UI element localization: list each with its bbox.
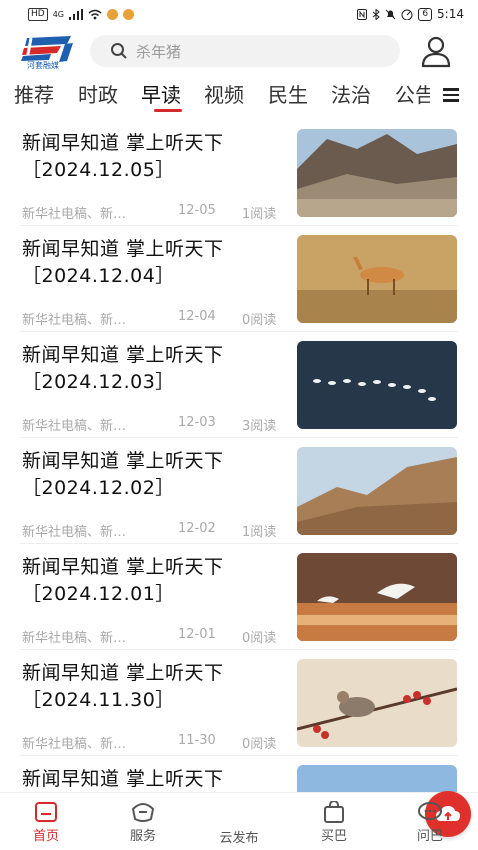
article-thumbnail [297,129,457,217]
article-item[interactable]: 新闻早知道 掌上听天下［2024.12.05］ 新华社电稿、新… 12-05 1… [0,120,478,226]
shopping-bag-icon [324,801,344,823]
clock: 5:14 [437,7,464,21]
article-title: 新闻早知道 掌上听天下［2024.12.03］ [22,344,224,393]
nav-service[interactable]: 服务 [113,801,173,844]
network-type: 4G [52,9,64,19]
article-reads: 1阅读 [242,525,277,540]
article-title: 新闻早知道 掌上听天下［2024.11.29］ [22,768,224,790]
article-source: 新华社电稿、新… [22,525,127,540]
article-reads: 0阅读 [242,631,277,646]
nav-ask-label: 问巴 [416,829,443,844]
nav-shop[interactable]: 买巴 [304,801,364,844]
header: 河套融媒 杀年猪 [0,30,478,76]
article-thumbnail [297,553,457,641]
user-icon[interactable] [421,36,451,68]
logo-text: 河套融媒 [27,61,59,70]
nfc-icon [357,8,368,20]
active-tab-indicator [154,109,182,112]
hd-badge: HD [28,7,48,21]
nav-ask[interactable]: 问巴 [400,801,460,844]
article-item[interactable]: 新闻早知道 掌上听天下［2024.11.30］ 新华社电稿、新… 11-30 0… [0,650,478,756]
article-title: 新闻早知道 掌上听天下［2024.11.30］ [22,662,224,711]
status-right: 6 5:14 [357,7,464,21]
nav-shop-label: 买巴 [320,829,347,844]
status-left: HD 4G [28,7,134,21]
speed-icon [401,9,413,20]
article-title: 新闻早知道 掌上听天下［2024.12.04］ [22,238,224,287]
bluetooth-icon [372,8,381,20]
nav-service-label: 服务 [129,829,156,844]
service-icon [131,803,155,822]
article-source: 新华社电稿、新… [22,631,127,646]
article-date: 12-01 [178,627,216,642]
article-reads: 0阅读 [242,313,277,328]
article-thumbnail [297,765,457,792]
article-title: 新闻早知道 掌上听天下［2024.12.05］ [22,132,224,181]
mute-icon [385,9,396,19]
article-item[interactable]: 新闻早知道 掌上听天下［2024.12.03］ 新华社电稿、新… 12-03 3… [0,332,478,438]
article-reads: 3阅读 [242,419,277,434]
app-notification-icon [107,8,118,20]
tab-livelihood[interactable]: 民生 [268,79,308,108]
article-date: 12-02 [178,521,216,536]
status-bar: HD 4G 6 5:14 [0,0,478,28]
tab-law[interactable]: 法治 [331,79,371,108]
article-source: 新华社电稿、新… [22,419,127,434]
tab-morning-read[interactable]: 早读 [141,79,181,108]
article-item[interactable]: 新闻早知道 掌上听天下［2024.12.04］ 新华社电稿、新… 12-04 0… [0,226,478,332]
search-bar[interactable]: 杀年猪 [90,35,400,67]
nav-home[interactable]: 首页 [16,801,76,844]
search-placeholder: 杀年猪 [136,42,182,61]
article-reads: 0阅读 [242,737,277,752]
article-title: 新闻早知道 掌上听天下［2024.12.02］ [22,450,224,499]
article-date: 12-05 [178,203,216,218]
article-source: 新华社电稿、新… [22,207,127,222]
tab-recommend[interactable]: 推荐 [14,79,54,108]
bottom-nav: 首页 服务 云发布 买巴 问巴 [0,791,478,850]
article-title: 新闻早知道 掌上听天下［2024.12.01］ [22,556,224,605]
tab-announcement[interactable]: 公告 [395,79,430,108]
article-date: 12-04 [178,309,216,324]
tab-video[interactable]: 视频 [204,79,244,108]
signal-icon [69,8,83,20]
article-item[interactable]: 新闻早知道 掌上听天下［2024.12.01］ 新华社电稿、新… 12-01 0… [0,544,478,650]
article-list[interactable]: 新闻早知道 掌上听天下［2024.12.05］ 新华社电稿、新… 12-05 1… [0,120,478,792]
tabs-scroller[interactable]: 推荐 时政 早读 视频 民生 法治 公告 [0,76,430,112]
article-source: 新华社电稿、新… [22,737,127,752]
battery-icon: 6 [418,7,433,21]
search-icon [111,43,127,59]
category-tabs: 推荐 时政 早读 视频 民生 法治 公告 [0,76,478,112]
article-reads: 1阅读 [242,207,277,222]
article-thumbnail [297,659,457,747]
article-date: 12-03 [178,415,216,430]
article-thumbnail [297,341,457,429]
article-thumbnail [297,235,457,323]
article-source: 新华社电稿、新… [22,313,127,328]
nav-home-label: 首页 [32,829,59,844]
article-item[interactable]: 新闻早知道 掌上听天下［2024.11.29］ [0,756,478,792]
home-icon [35,802,57,822]
nav-cloud-label: 云发布 [219,831,259,846]
app-notification-icon-2 [123,8,134,20]
tab-politics[interactable]: 时政 [78,79,118,108]
nav-cloud-publish[interactable]: 云发布 [209,791,471,846]
menu-icon[interactable] [443,88,459,102]
article-thumbnail [297,447,457,535]
chat-icon [418,802,442,820]
wifi-icon [88,9,102,19]
article-item[interactable]: 新闻早知道 掌上听天下［2024.12.02］ 新华社电稿、新… 12-02 1… [0,438,478,544]
article-date: 11-30 [178,733,216,748]
